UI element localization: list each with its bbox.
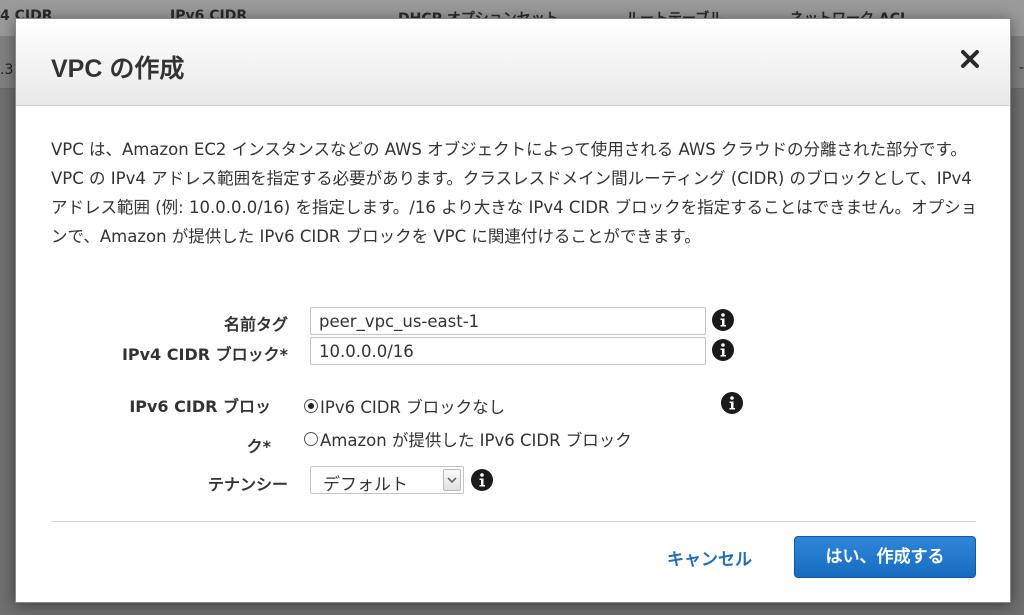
info-icon[interactable] bbox=[471, 469, 493, 491]
ipv6-cidr-label: IPv6 CIDR ブロッ bbox=[129, 397, 271, 416]
info-icon[interactable] bbox=[721, 392, 743, 414]
cancel-button[interactable]: キャンセル bbox=[667, 545, 752, 570]
info-icon[interactable] bbox=[712, 339, 734, 361]
create-vpc-dialog: VPC の作成 VPC は、Amazon EC2 インスタンスなどの AWS オ… bbox=[15, 18, 1011, 603]
ipv4-cidr-input[interactable] bbox=[310, 337, 706, 365]
ipv4-cidr-label: IPv4 CIDR ブロック* bbox=[121, 345, 288, 364]
close-icon bbox=[961, 50, 979, 68]
ipv6-option-none-label: IPv6 CIDR ブロックなし bbox=[320, 398, 506, 417]
radio-button[interactable] bbox=[304, 432, 318, 446]
dialog-header: VPC の作成 bbox=[16, 19, 1010, 106]
dialog-title: VPC の作成 bbox=[51, 55, 185, 83]
background-row-cell: .3 bbox=[0, 62, 14, 78]
info-icon[interactable] bbox=[712, 309, 734, 331]
select-arrow[interactable] bbox=[443, 469, 461, 491]
dialog-description: VPC は、Amazon EC2 インスタンスなどの AWS オブジェクトによっ… bbox=[51, 140, 978, 246]
tenancy-label: テナンシー bbox=[207, 475, 288, 494]
ipv6-option-amazon[interactable]: Amazon が提供した IPv6 CIDR ブロック bbox=[304, 427, 632, 451]
chevron-down-icon bbox=[447, 477, 457, 484]
name-tag-input[interactable] bbox=[310, 307, 706, 335]
tenancy-select[interactable]: デフォルト bbox=[310, 466, 464, 495]
footer-divider bbox=[51, 521, 976, 522]
ipv6-option-amazon-label: Amazon が提供した IPv6 CIDR ブロック bbox=[320, 431, 632, 450]
ipv6-option-none[interactable]: IPv6 CIDR ブロックなし bbox=[304, 394, 505, 418]
create-button[interactable]: はい、作成する bbox=[794, 536, 976, 578]
background-row-cell-right: - bbox=[1018, 60, 1024, 76]
tenancy-selected-value: デフォルト bbox=[323, 475, 408, 495]
radio-button[interactable] bbox=[304, 399, 318, 413]
close-button[interactable] bbox=[956, 45, 984, 73]
ipv6-cidr-label-continued: ク* bbox=[246, 437, 271, 456]
name-tag-label: 名前タグ bbox=[223, 315, 288, 334]
